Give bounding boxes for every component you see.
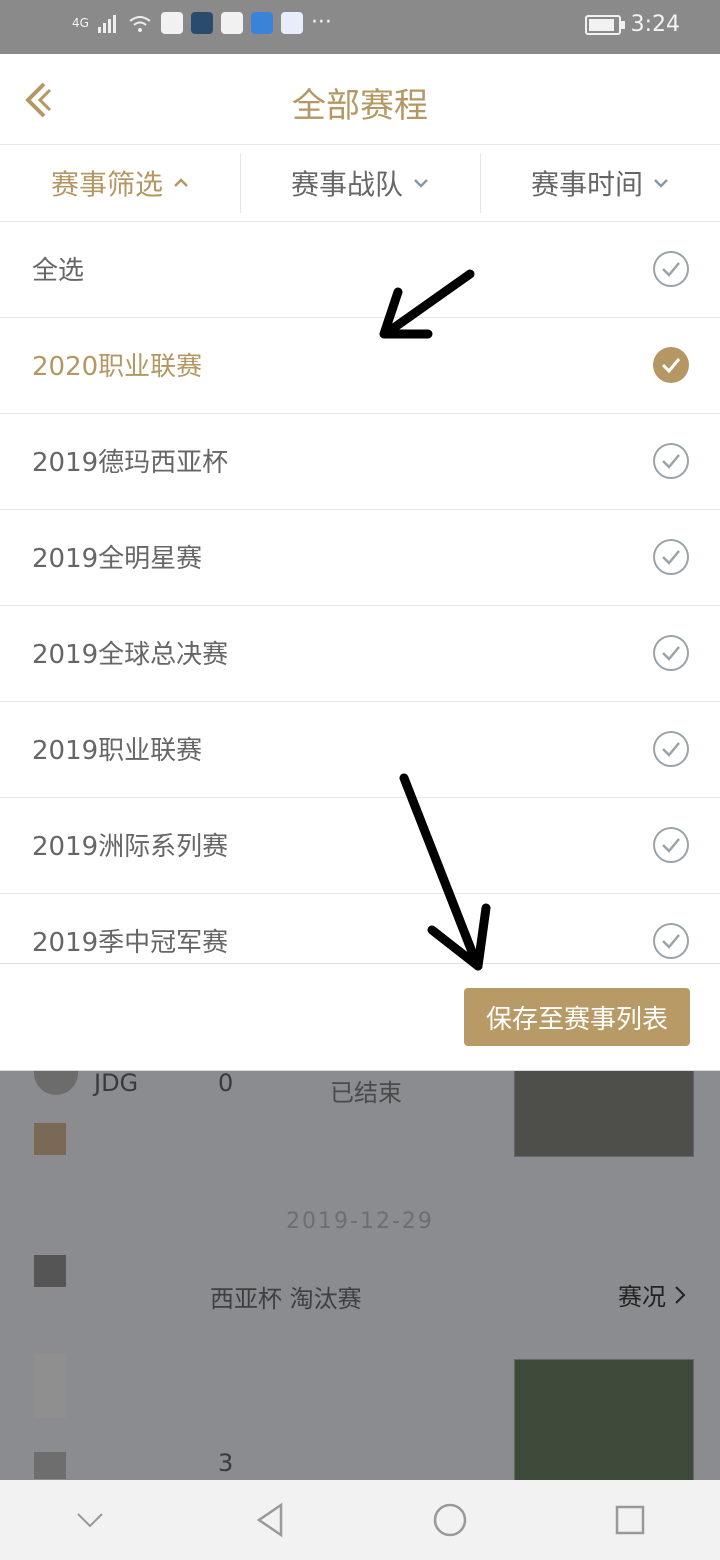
filter-option-2019-all-star[interactable]: 2019全明星赛 — [0, 510, 720, 606]
status-right: 3:24 — [584, 12, 680, 37]
back-triangle-icon — [256, 1503, 283, 1537]
save-to-schedule-button[interactable]: 保存至赛事列表 — [464, 988, 690, 1046]
system-nav-bar — [0, 1480, 720, 1560]
team-logo — [34, 1255, 66, 1287]
wifi-icon — [129, 16, 151, 32]
app-notification-icon — [190, 12, 213, 34]
status-bar: 4G ··· 3:24 — [0, 0, 720, 54]
check-circle-icon[interactable] — [652, 634, 690, 672]
team-logo — [34, 1123, 66, 1155]
check-circle-icon[interactable] — [652, 538, 690, 576]
team-name: JDG — [94, 1069, 139, 1097]
battery-icon — [584, 14, 625, 35]
tab-label: 赛事战队 — [290, 168, 403, 201]
match-name: 西亚杯 淘汰赛 — [210, 1285, 362, 1313]
tab-event-team[interactable]: 赛事战队 — [240, 145, 480, 221]
baidu-icon — [280, 12, 303, 34]
match-status: 已结束 — [330, 1079, 402, 1107]
team-score: 0 — [218, 1069, 234, 1097]
check-circle-icon[interactable] — [652, 922, 690, 960]
chevron-down-icon — [414, 179, 428, 188]
tab-event-time[interactable]: 赛事时间 — [480, 145, 720, 221]
team-logo — [34, 1354, 66, 1418]
nav-home-button[interactable] — [430, 1500, 470, 1540]
check-circle-icon[interactable] — [652, 250, 690, 288]
nav-back-button[interactable] — [250, 1500, 290, 1540]
chevron-right-icon — [675, 1285, 686, 1304]
tab-label: 赛事时间 — [530, 168, 643, 201]
check-circle-icon[interactable] — [652, 730, 690, 768]
team-logo — [34, 1069, 78, 1095]
option-label: 2020职业联赛 — [32, 352, 203, 382]
match-situation-link: 赛况 — [618, 1277, 686, 1312]
page-title: 全部赛程 — [292, 86, 428, 126]
recents-square-icon — [615, 1505, 645, 1535]
dimmed-schedule-background: JDG 0 已结束 2019-12-29 西亚杯 淘汰赛 赛况 3 — [0, 1069, 720, 1481]
team-score: 3 — [218, 1449, 234, 1477]
signal-icon — [97, 15, 116, 33]
check-circle-icon[interactable] — [652, 442, 690, 480]
filter-option-2019-demacia-cup[interactable]: 2019德玛西亚杯 — [0, 414, 720, 510]
app-notification-icon — [160, 12, 183, 34]
tab-label: 赛事筛选 — [50, 168, 163, 201]
checked-circle-icon[interactable] — [652, 346, 690, 384]
check-circle-icon[interactable] — [652, 826, 690, 864]
save-bar: 保存至赛事列表 — [0, 963, 720, 1071]
option-label: 2019全明星赛 — [32, 544, 203, 574]
chevron-down-icon — [77, 1513, 103, 1528]
app-notification-icon — [220, 12, 243, 34]
option-label: 2019职业联赛 — [32, 736, 203, 766]
team-logo — [34, 1452, 66, 1479]
option-label: 全选 — [32, 256, 85, 286]
network-label: 4G — [72, 16, 89, 30]
event-filter-list: 全选 2020职业联赛 2019德玛西亚杯 2019全明星赛 2019全球总决赛… — [0, 222, 720, 989]
filter-tabs: 赛事筛选 赛事战队 赛事时间 — [0, 145, 720, 222]
status-left: 4G ··· — [72, 12, 332, 34]
filter-option-2019-worlds[interactable]: 2019全球总决赛 — [0, 606, 720, 702]
header: 全部赛程 — [0, 54, 720, 145]
tieba-icon — [250, 12, 273, 34]
tab-event-filter[interactable]: 赛事筛选 — [0, 145, 240, 221]
filter-option-select-all[interactable]: 全选 — [0, 222, 720, 318]
home-circle-icon — [433, 1503, 467, 1537]
video-thumbnail — [514, 1069, 694, 1157]
option-label: 2019全球总决赛 — [32, 640, 229, 670]
date-header: 2019-12-29 — [286, 1209, 434, 1234]
video-thumbnail — [514, 1359, 694, 1481]
option-label: 2019季中冠军赛 — [32, 928, 229, 958]
clock: 3:24 — [630, 12, 680, 37]
situation-label: 赛况 — [618, 1283, 666, 1311]
filter-option-2020-pro-league[interactable]: 2020职业联赛 — [0, 318, 720, 414]
nav-recents-button[interactable] — [610, 1500, 650, 1540]
nav-hide-button[interactable] — [70, 1500, 110, 1540]
chevron-down-icon — [654, 179, 668, 188]
filter-option-2019-pro-league[interactable]: 2019职业联赛 — [0, 702, 720, 798]
option-label: 2019德玛西亚杯 — [32, 448, 229, 478]
option-label: 2019洲际系列赛 — [32, 832, 229, 862]
chevron-up-icon — [174, 178, 188, 187]
more-notifications: ··· — [310, 10, 332, 35]
filter-option-2019-rift-rivals[interactable]: 2019洲际系列赛 — [0, 798, 720, 894]
